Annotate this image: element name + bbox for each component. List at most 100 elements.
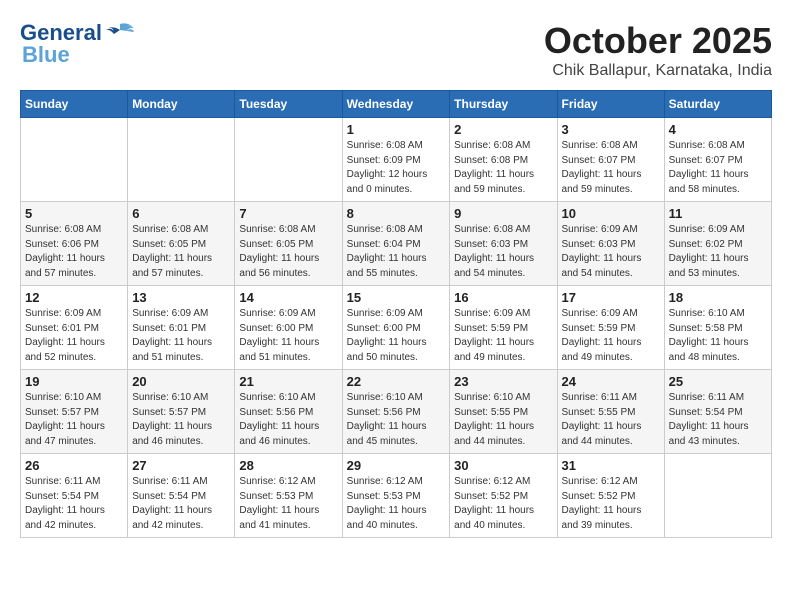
day-cell: 4Sunrise: 6:08 AM Sunset: 6:07 PM Daylig…: [664, 118, 771, 202]
day-cell: 17Sunrise: 6:09 AM Sunset: 5:59 PM Dayli…: [557, 286, 664, 370]
day-info: Sunrise: 6:09 AM Sunset: 6:01 PM Dayligh…: [25, 307, 123, 365]
header-sunday: Sunday: [21, 91, 128, 118]
day-number: 20: [132, 374, 230, 389]
day-cell: 15Sunrise: 6:09 AM Sunset: 6:00 PM Dayli…: [342, 286, 450, 370]
day-cell: 13 Sunrise: 6:09 AM Sunset: 6:01 PM Dayli…: [128, 286, 235, 370]
day-cell: 22 Sunrise: 6:10 AM Sunset: 5:56 PM Dayli…: [342, 370, 450, 454]
day-cell: 16 Sunrise: 6:09 AM Sunset: 5:59 PM Dayli…: [450, 286, 557, 370]
day-cell: 30Sunrise: 6:12 AM Sunset: 5:52 PM Dayli…: [450, 454, 557, 538]
day-info: Sunrise: 6:08 AM Sunset: 6:07 PM Dayligh…: [562, 139, 660, 197]
day-info: Sunrise: 6:11 AM Sunset: 5:54 PM Dayligh…: [132, 475, 230, 533]
day-number: 21: [239, 374, 337, 389]
day-number: 23: [454, 374, 552, 389]
day-cell: 6 Sunrise: 6:08 AM Sunset: 6:05 PM Daylig…: [128, 202, 235, 286]
day-number: 4: [669, 122, 767, 137]
header-wednesday: Wednesday: [342, 91, 450, 118]
day-info: Sunrise: 6:10 AM Sunset: 5:57 PM Dayligh…: [25, 391, 123, 449]
logo-bird-icon: [104, 22, 136, 44]
day-number: 19: [25, 374, 123, 389]
day-number: 16: [454, 290, 552, 305]
day-cell: 25Sunrise: 6:11 AM Sunset: 5:54 PM Dayli…: [664, 370, 771, 454]
day-number: 30: [454, 458, 552, 473]
calendar-header-row: SundayMondayTuesdayWednesdayThursdayFrid…: [21, 91, 772, 118]
day-cell: 11Sunrise: 6:09 AM Sunset: 6:02 PM Dayli…: [664, 202, 771, 286]
day-info: Sunrise: 6:08 AM Sunset: 6:08 PM Dayligh…: [454, 139, 552, 197]
day-cell: 20 Sunrise: 6:10 AM Sunset: 5:57 PM Dayli…: [128, 370, 235, 454]
day-info: Sunrise: 6:12 AM Sunset: 5:52 PM Dayligh…: [562, 475, 660, 533]
day-number: 27: [132, 458, 230, 473]
day-cell: 14 Sunrise: 6:09 AM Sunset: 6:00 PM Dayli…: [235, 286, 342, 370]
day-info: Sunrise: 6:08 AM Sunset: 6:04 PM Dayligh…: [347, 223, 446, 281]
day-number: 31: [562, 458, 660, 473]
day-info: Sunrise: 6:11 AM Sunset: 5:54 PM Dayligh…: [25, 475, 123, 533]
title-area: October 2025 Chik Ballapur, Karnataka, I…: [544, 20, 772, 80]
day-info: Sunrise: 6:08 AM Sunset: 6:05 PM Dayligh…: [132, 223, 230, 281]
calendar-body: 1 Sunrise: 6:08 AM Sunset: 6:09 PM Daylig…: [21, 118, 772, 538]
day-info: Sunrise: 6:10 AM Sunset: 5:57 PM Dayligh…: [132, 391, 230, 449]
logo-text-blue: Blue: [20, 42, 70, 68]
header: General Blue October 2025 Chik Ballapur,…: [20, 20, 772, 80]
day-number: 6: [132, 206, 230, 221]
header-saturday: Saturday: [664, 91, 771, 118]
day-number: 12: [25, 290, 123, 305]
day-number: 28: [239, 458, 337, 473]
day-cell: 26 Sunrise: 6:11 AM Sunset: 5:54 PM Dayli…: [21, 454, 128, 538]
day-info: Sunrise: 6:08 AM Sunset: 6:06 PM Dayligh…: [25, 223, 123, 281]
day-info: Sunrise: 6:09 AM Sunset: 6:02 PM Dayligh…: [669, 223, 767, 281]
calendar: SundayMondayTuesdayWednesdayThursdayFrid…: [20, 90, 772, 538]
day-cell: 18Sunrise: 6:10 AM Sunset: 5:58 PM Dayli…: [664, 286, 771, 370]
day-number: 10: [562, 206, 660, 221]
day-number: 1: [347, 122, 446, 137]
day-cell: 9 Sunrise: 6:08 AM Sunset: 6:03 PM Daylig…: [450, 202, 557, 286]
day-cell: 28Sunrise: 6:12 AM Sunset: 5:53 PM Dayli…: [235, 454, 342, 538]
day-info: Sunrise: 6:09 AM Sunset: 6:03 PM Dayligh…: [562, 223, 660, 281]
day-info: Sunrise: 6:11 AM Sunset: 5:55 PM Dayligh…: [562, 391, 660, 449]
day-cell: 8 Sunrise: 6:08 AM Sunset: 6:04 PM Daylig…: [342, 202, 450, 286]
day-cell: 29 Sunrise: 6:12 AM Sunset: 5:53 PM Dayli…: [342, 454, 450, 538]
week-row-1: 1 Sunrise: 6:08 AM Sunset: 6:09 PM Daylig…: [21, 118, 772, 202]
day-cell: [21, 118, 128, 202]
day-info: Sunrise: 6:09 AM Sunset: 5:59 PM Dayligh…: [454, 307, 552, 365]
day-info: Sunrise: 6:09 AM Sunset: 6:00 PM Dayligh…: [239, 307, 337, 365]
day-cell: [128, 118, 235, 202]
day-number: 7: [239, 206, 337, 221]
day-cell: 12 Sunrise: 6:09 AM Sunset: 6:01 PM Dayli…: [21, 286, 128, 370]
day-info: Sunrise: 6:08 AM Sunset: 6:05 PM Dayligh…: [239, 223, 337, 281]
day-info: Sunrise: 6:09 AM Sunset: 5:59 PM Dayligh…: [562, 307, 660, 365]
day-number: 2: [454, 122, 552, 137]
day-cell: 27 Sunrise: 6:11 AM Sunset: 5:54 PM Dayli…: [128, 454, 235, 538]
day-cell: 10 Sunrise: 6:09 AM Sunset: 6:03 PM Dayli…: [557, 202, 664, 286]
day-info: Sunrise: 6:10 AM Sunset: 5:56 PM Dayligh…: [347, 391, 446, 449]
day-number: 14: [239, 290, 337, 305]
day-info: Sunrise: 6:09 AM Sunset: 6:01 PM Dayligh…: [132, 307, 230, 365]
week-row-4: 19 Sunrise: 6:10 AM Sunset: 5:57 PM Dayli…: [21, 370, 772, 454]
day-cell: 24 Sunrise: 6:11 AM Sunset: 5:55 PM Dayli…: [557, 370, 664, 454]
day-info: Sunrise: 6:08 AM Sunset: 6:03 PM Dayligh…: [454, 223, 552, 281]
logo: General Blue: [20, 20, 136, 68]
day-info: Sunrise: 6:10 AM Sunset: 5:58 PM Dayligh…: [669, 307, 767, 365]
day-cell: 19 Sunrise: 6:10 AM Sunset: 5:57 PM Dayli…: [21, 370, 128, 454]
day-number: 29: [347, 458, 446, 473]
day-number: 26: [25, 458, 123, 473]
day-number: 8: [347, 206, 446, 221]
day-info: Sunrise: 6:12 AM Sunset: 5:53 PM Dayligh…: [347, 475, 446, 533]
day-cell: 1 Sunrise: 6:08 AM Sunset: 6:09 PM Daylig…: [342, 118, 450, 202]
day-cell: 5 Sunrise: 6:08 AM Sunset: 6:06 PM Daylig…: [21, 202, 128, 286]
header-thursday: Thursday: [450, 91, 557, 118]
day-number: 3: [562, 122, 660, 137]
day-info: Sunrise: 6:10 AM Sunset: 5:56 PM Dayligh…: [239, 391, 337, 449]
header-tuesday: Tuesday: [235, 91, 342, 118]
day-number: 22: [347, 374, 446, 389]
day-number: 13: [132, 290, 230, 305]
month-title: October 2025: [544, 20, 772, 62]
day-cell: [664, 454, 771, 538]
day-number: 9: [454, 206, 552, 221]
day-number: 5: [25, 206, 123, 221]
day-cell: [235, 118, 342, 202]
day-number: 24: [562, 374, 660, 389]
week-row-5: 26 Sunrise: 6:11 AM Sunset: 5:54 PM Dayli…: [21, 454, 772, 538]
subtitle: Chik Ballapur, Karnataka, India: [544, 62, 772, 80]
day-info: Sunrise: 6:08 AM Sunset: 6:09 PM Dayligh…: [347, 139, 446, 197]
week-row-2: 5 Sunrise: 6:08 AM Sunset: 6:06 PM Daylig…: [21, 202, 772, 286]
header-monday: Monday: [128, 91, 235, 118]
